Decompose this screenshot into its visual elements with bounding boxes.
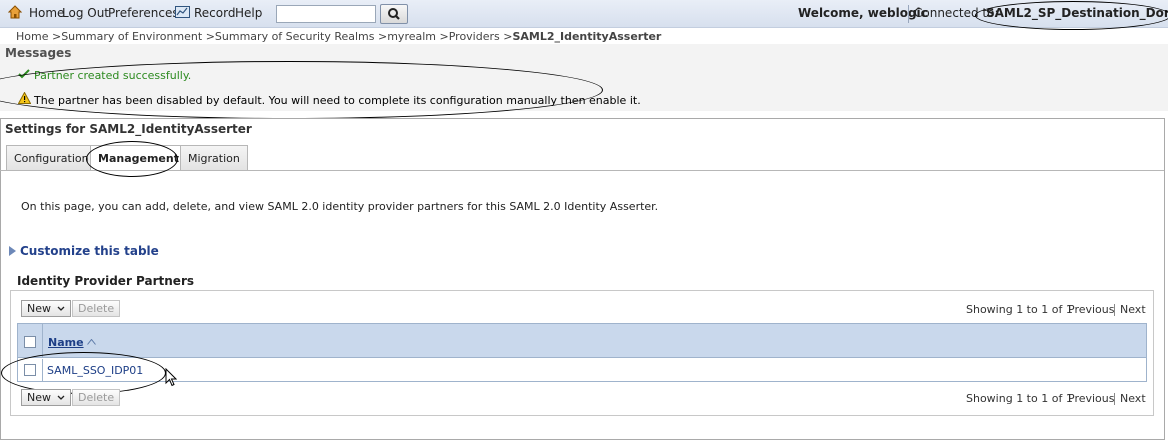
top-navigation-bar: Home Log Out Preferences Record Help Wel… (0, 0, 1168, 28)
partner-name-link[interactable]: SAML_SSO_IDP01 (47, 364, 143, 377)
pager-divider (1114, 304, 1115, 316)
record-link[interactable]: Record (194, 6, 235, 20)
next-link-bottom[interactable]: Next (1120, 392, 1146, 405)
previous-link-top[interactable]: Previous (1068, 303, 1115, 316)
help-link[interactable]: Help (235, 6, 262, 20)
select-all-checkbox[interactable] (24, 336, 36, 348)
tab-underline (0, 170, 1164, 171)
customize-table-label: Customize this table (20, 244, 159, 258)
home-link[interactable]: Home (29, 6, 64, 20)
mouse-cursor-icon (165, 368, 177, 387)
check-icon (18, 69, 32, 82)
domain-name: SAML2_SP_Destination_Domain (986, 6, 1168, 20)
tab-configuration[interactable]: Configuration (6, 145, 97, 170)
new-button-bottom[interactable]: New (21, 389, 71, 406)
settings-title: Settings for SAML2_IdentityAsserter (5, 122, 252, 136)
success-message: Partner created successfully. (18, 69, 191, 82)
breadcrumb-home[interactable]: Home > (16, 30, 61, 43)
showing-count-bottom: Showing 1 to 1 of 1 (966, 392, 1073, 405)
partners-table: Name SAML_SSO_IDP01 (17, 323, 1147, 382)
table-row[interactable]: SAML_SSO_IDP01 (18, 359, 1146, 381)
new-button-top[interactable]: New (21, 300, 71, 317)
next-link-top[interactable]: Next (1120, 303, 1146, 316)
warning-message: The partner has been disabled by default… (17, 91, 641, 107)
delete-button-top[interactable]: Delete (72, 300, 121, 317)
table-title: Identity Provider Partners (17, 274, 195, 288)
column-header-name-label: Name (48, 336, 84, 349)
breadcrumb-environment[interactable]: Summary of Environment > (61, 30, 215, 43)
search-button[interactable] (380, 4, 408, 24)
chevron-down-icon (57, 395, 64, 400)
breadcrumb-current: SAML2_IdentityAsserter (512, 30, 662, 43)
logout-link[interactable]: Log Out (62, 6, 109, 20)
search-input[interactable] (276, 5, 376, 23)
customize-table-link[interactable]: Customize this table (9, 244, 159, 258)
tab-migration[interactable]: Migration (180, 145, 248, 170)
select-all-cell (18, 324, 43, 357)
breadcrumb: Home >Summary of Environment >Summary of… (16, 30, 661, 43)
sort-ascending-icon[interactable] (86, 339, 96, 345)
chevron-down-icon (57, 306, 64, 311)
home-icon[interactable] (8, 5, 22, 19)
new-button-label: New (27, 391, 51, 404)
previous-link-bottom[interactable]: Previous (1068, 392, 1115, 405)
breadcrumb-myrealm[interactable]: myrealm > (387, 30, 449, 43)
delete-button-bottom[interactable]: Delete (72, 389, 121, 406)
intro-text: On this page, you can add, delete, and v… (21, 200, 659, 213)
warning-icon (17, 91, 32, 107)
success-message-text: Partner created successfully. (34, 69, 192, 82)
tab-management[interactable]: Management (90, 145, 187, 171)
search-icon (388, 8, 400, 20)
record-icon[interactable] (175, 6, 190, 18)
row-checkbox-cell (18, 359, 43, 381)
pager-divider (1114, 393, 1115, 405)
messages-title: Messages (5, 46, 72, 60)
column-header-name[interactable]: Name (48, 336, 96, 349)
table-header: Name (18, 324, 1146, 358)
showing-count-top: Showing 1 to 1 of 1 (966, 303, 1073, 316)
preferences-link[interactable]: Preferences (108, 6, 179, 20)
divider (908, 5, 909, 23)
new-button-label: New (27, 302, 51, 315)
warning-message-text: The partner has been disabled by default… (34, 94, 641, 107)
row-checkbox[interactable] (24, 364, 36, 376)
breadcrumb-providers[interactable]: Providers > (449, 30, 513, 43)
breadcrumb-security-realms[interactable]: Summary of Security Realms > (215, 30, 387, 43)
expand-arrow-icon (9, 246, 16, 256)
